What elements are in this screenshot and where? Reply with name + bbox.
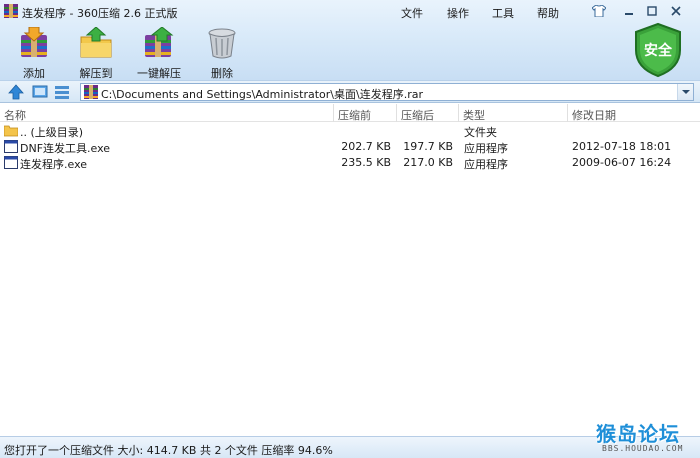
maximize-button[interactable] [643, 3, 661, 19]
menu-file[interactable]: 文件 [401, 5, 423, 21]
maximize-icon [647, 6, 657, 16]
menu-help[interactable]: 帮助 [537, 5, 559, 21]
exe-icon [4, 156, 18, 169]
file-type: 应用程序 [464, 142, 508, 155]
status-text: 您打开了一个压缩文件 大小: 414.7 KB 共 2 个文件 压缩率 94.6… [4, 444, 333, 457]
security-status-label: 安全 [644, 43, 672, 59]
add-label: 添加 [23, 67, 45, 80]
add-archive-icon [21, 26, 47, 57]
column-divider[interactable] [333, 104, 334, 122]
file-name: DNF连发工具.exe [20, 142, 111, 155]
file-name: .. (上级目录) [20, 126, 84, 139]
top-band: 连发程序 - 360压缩 2.6 正式版 文件 操作 工具 帮助 添加 解压到 … [0, 0, 700, 80]
extract-to-label: 解压到 [79, 67, 113, 80]
title-bar: 连发程序 - 360压缩 2.6 正式版 文件 操作 工具 帮助 [0, 0, 700, 24]
table-row[interactable]: DNF连发工具.exe 202.7 KB 197.7 KB 应用程序 2012-… [0, 139, 700, 155]
up-arrow-icon[interactable] [8, 84, 24, 100]
folder-icon [4, 125, 18, 137]
security-status-badge[interactable]: 安全 [632, 22, 684, 78]
table-row[interactable]: .. (上级目录) 文件夹 [0, 123, 700, 139]
close-button[interactable] [667, 3, 685, 19]
exe-icon [4, 140, 18, 153]
file-size-after: 217.0 KB [403, 156, 453, 169]
shirt-icon [592, 5, 606, 17]
address-field[interactable]: C:\Documents and Settings\Administrator\… [80, 83, 694, 101]
one-click-extract-icon [145, 26, 174, 57]
minimize-button[interactable] [620, 3, 638, 19]
chevron-down-icon [682, 90, 690, 94]
file-type: 文件夹 [464, 126, 497, 139]
column-divider[interactable] [396, 104, 397, 122]
address-bar-row: C:\Documents and Settings\Administrator\… [0, 80, 700, 103]
watermark-url: BBS.HOUDAO.COM [602, 444, 684, 453]
column-type[interactable]: 类型 [463, 107, 485, 123]
file-modified-date: 2009-06-07 16:24 [572, 156, 672, 169]
column-size-after[interactable]: 压缩后 [401, 107, 434, 123]
minimize-icon [625, 13, 633, 15]
file-name: 连发程序.exe [20, 158, 88, 171]
watermark-logo-text: 猴岛论坛 [596, 422, 680, 446]
file-type: 应用程序 [464, 158, 508, 171]
one-click-extract-label: 一键解压 [137, 67, 181, 80]
extract-to-button[interactable]: 解压到 [70, 26, 122, 81]
archive-app-icon [4, 4, 18, 18]
delete-button[interactable]: 删除 [196, 27, 248, 81]
column-name[interactable]: 名称 [4, 107, 26, 123]
add-button[interactable]: 添加 [8, 26, 60, 81]
file-size-before: 235.5 KB [341, 156, 391, 169]
file-modified-date: 2012-07-18 18:01 [572, 140, 672, 153]
column-size-before[interactable]: 压缩前 [338, 107, 371, 123]
file-size-after: 197.7 KB [403, 140, 453, 153]
trash-icon [208, 28, 236, 59]
skin-button[interactable] [590, 3, 608, 19]
address-path: C:\Documents and Settings\Administrator\… [101, 88, 424, 101]
address-dropdown-button[interactable] [677, 84, 693, 100]
column-divider[interactable] [458, 104, 459, 122]
file-size-before: 202.7 KB [341, 140, 391, 153]
menu-tools[interactable]: 工具 [492, 5, 514, 21]
list-view-icon[interactable] [54, 84, 70, 100]
status-bar: 您打开了一个压缩文件 大小: 414.7 KB 共 2 个文件 压缩率 94.6… [0, 436, 700, 458]
delete-label: 删除 [211, 67, 233, 80]
table-row[interactable]: 连发程序.exe 235.5 KB 217.0 KB 应用程序 2009-06-… [0, 155, 700, 171]
extract-to-icon [80, 26, 112, 58]
thumbnail-view-icon[interactable] [32, 84, 48, 100]
column-header-row: 名称 压缩前 压缩后 类型 修改日期 [0, 104, 700, 122]
window-title: 连发程序 - 360压缩 2.6 正式版 [22, 7, 178, 20]
rar-file-icon [84, 85, 98, 99]
close-icon [671, 6, 681, 16]
column-divider[interactable] [567, 104, 568, 122]
one-click-extract-button[interactable]: 一键解压 [133, 26, 185, 81]
column-modified-date[interactable]: 修改日期 [572, 107, 616, 123]
forum-watermark: 猴岛论坛 BBS.HOUDAO.COM [596, 418, 692, 456]
menu-operation[interactable]: 操作 [447, 5, 469, 21]
